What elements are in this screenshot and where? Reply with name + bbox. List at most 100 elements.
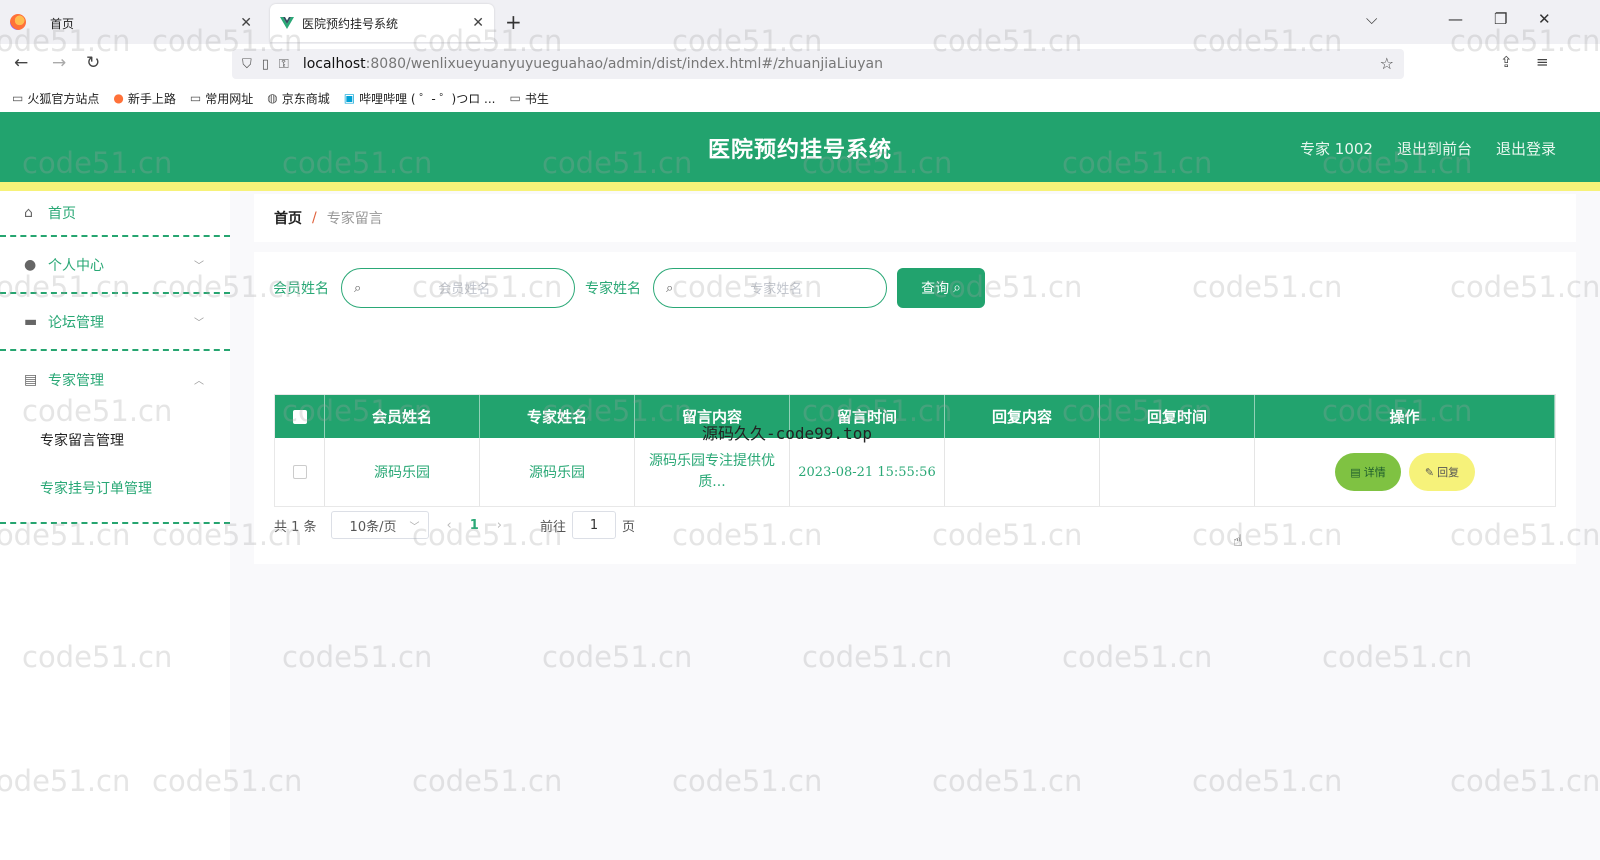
member-name-field[interactable]: ⌕ <box>341 268 575 308</box>
chevron-up-icon: ︿ <box>194 376 204 387</box>
chevron-down-icon[interactable]: ⌵ <box>1366 10 1377 28</box>
column-header: 回复内容 <box>945 395 1100 438</box>
vue-logo-icon <box>280 16 294 30</box>
address-bar[interactable]: ⛉ ▯ ⚿ localhost:8080/wenlixueyuanyuyuegu… <box>232 49 1404 79</box>
watermark-text: code51.cn <box>1062 640 1213 674</box>
watermark-text: code51.cn <box>1192 764 1343 798</box>
firefox-icon: ● <box>113 91 124 105</box>
watermark-text: code51.cn <box>802 640 953 674</box>
page-size-value: 10条/页 <box>349 519 397 535</box>
search-icon: ⌕ <box>953 280 961 296</box>
reply-button[interactable]: ✎ 回复 <box>1409 453 1475 491</box>
back-to-front-link[interactable]: 退出到前台 <box>1397 138 1472 159</box>
expert-submenu: 专家留言管理 专家挂号订单管理 <box>0 408 230 524</box>
column-header: 会员姓名 <box>325 395 480 438</box>
bookmark-item[interactable]: ▭ 火狐官方站点 <box>12 90 99 107</box>
browser-tab-active[interactable]: 医院预约挂号系统 ✕ <box>270 4 494 42</box>
bookmark-item[interactable]: ● 新手上路 <box>113 90 176 107</box>
member-name-input[interactable] <box>369 280 560 296</box>
row-select-cell <box>275 438 325 506</box>
breadcrumb-current: 专家留言 <box>326 211 383 227</box>
clipboard-icon: ▤ <box>24 371 38 388</box>
shield-icon[interactable]: ⛉ <box>242 57 252 72</box>
sidebar-item-label: 首页 <box>48 206 76 222</box>
monitor-icon: ▬ <box>24 313 38 330</box>
cell-reply-time <box>1100 438 1255 506</box>
search-icon: ⌕ <box>354 280 362 296</box>
sidebar-item-home[interactable]: ⌂ 首页 <box>0 191 230 237</box>
browser-tab-home[interactable]: 首页 ✕ <box>40 4 262 42</box>
watermark-text: code51.cn <box>412 764 563 798</box>
header-links: 专家 1002 退出到前台 退出登录 <box>1276 138 1556 159</box>
query-button[interactable]: 查询 ⌕ <box>897 268 985 308</box>
member-name-label: 会员姓名 <box>273 281 329 297</box>
new-tab-icon[interactable]: + <box>505 10 522 34</box>
chevron-down-icon: ﹀ <box>194 318 204 329</box>
firefox-logo-icon <box>10 14 26 30</box>
cell-member: 源码乐园 <box>325 438 480 506</box>
expert-name-input[interactable] <box>681 280 872 296</box>
extensions-icon[interactable]: ⇪ <box>1500 53 1513 71</box>
query-button-label: 查询 <box>921 281 950 297</box>
logout-link[interactable]: 退出登录 <box>1496 138 1556 159</box>
search-form: 会员姓名 ⌕ 专家姓名 ⌕ 查询 ⌕ <box>254 268 985 308</box>
close-icon[interactable]: ✕ <box>240 15 252 31</box>
window-close-icon[interactable]: ✕ <box>1538 10 1551 28</box>
cell-reply <box>945 438 1100 506</box>
close-icon[interactable]: ✕ <box>472 15 484 31</box>
sidebar-subitem-messages[interactable]: 专家留言管理 <box>0 416 230 464</box>
restore-icon[interactable]: ❐ <box>1494 10 1507 28</box>
sidebar-item-label: 专家管理 <box>48 372 104 389</box>
key-icon[interactable]: ⚿ <box>279 57 289 72</box>
watermark-text: code51.cn <box>672 764 823 798</box>
watermark-text: code51.cn <box>1450 764 1600 798</box>
select-all-checkbox[interactable] <box>292 409 307 424</box>
pagination-total: 共 1 条 <box>274 519 317 535</box>
bilibili-icon: ▣ <box>343 91 356 105</box>
detail-button-label: 详情 <box>1363 466 1386 479</box>
star-icon[interactable]: ☆ <box>1380 54 1394 73</box>
detail-button[interactable]: ▤ 详情 <box>1335 453 1401 491</box>
sidebar-item-expert[interactable]: ▤ 专家管理 ︿ <box>0 351 230 408</box>
overlay-watermark-text: 源码久久-code99.top <box>702 424 872 443</box>
sidebar-item-profile[interactable]: ● 个人中心 ﹀ <box>0 237 230 294</box>
page-number[interactable]: 1 <box>470 518 479 533</box>
reload-icon[interactable]: ↻ <box>86 53 100 73</box>
reply-button-label: 回复 <box>1437 466 1460 479</box>
watermark-text: code51.cn <box>932 764 1083 798</box>
folder-icon: ▭ <box>509 91 521 105</box>
menu-icon[interactable]: ≡ <box>1536 53 1549 71</box>
url-text[interactable]: localhost:8080/wenlixueyuanyuyueguahao/a… <box>303 56 883 72</box>
watermark-text: code51.cn <box>1322 640 1473 674</box>
bookmark-item[interactable]: ◍ 京东商城 <box>267 90 330 107</box>
app-header: 医院预约挂号系统 专家 1002 退出到前台 退出登录 <box>0 112 1600 182</box>
goto-suffix: 页 <box>622 519 636 535</box>
page-size-select[interactable]: 10条/页 ﹀ <box>330 511 429 539</box>
folder-icon: ▭ <box>12 91 24 105</box>
browser-tab-bar: 首页 ✕ 医院预约挂号系统 ✕ + ⌵ — ❐ ✕ <box>0 0 1600 44</box>
search-icon: ⌕ <box>666 280 674 296</box>
sidebar-item-forum[interactable]: ▬ 论坛管理 ﹀ <box>0 294 230 351</box>
user-icon: ● <box>24 256 37 273</box>
sidebar-item-label: 个人中心 <box>48 257 104 274</box>
bookmark-item[interactable]: ▣ 哔哩哔哩 ( ゜- ゜)つロ ... <box>344 90 496 107</box>
folder-icon: ▭ <box>189 91 202 105</box>
breadcrumb-separator: / <box>312 210 317 226</box>
expert-name-field[interactable]: ⌕ <box>653 268 887 308</box>
page-icon: ▯ <box>261 56 269 72</box>
sidebar-item-label: 论坛管理 <box>48 314 104 331</box>
bookmark-item[interactable]: ▭ 书生 <box>509 90 548 107</box>
row-checkbox[interactable] <box>292 465 307 479</box>
column-header: 专家姓名 <box>480 395 635 438</box>
bookmark-item[interactable]: ▭ 常用网址 <box>190 90 253 107</box>
breadcrumb-home[interactable]: 首页 <box>274 208 302 228</box>
next-page-icon[interactable]: › <box>497 518 502 533</box>
forward-icon[interactable]: → <box>52 53 66 73</box>
cell-time: 2023-08-21 15:55:56 <box>790 438 945 506</box>
goto-label: 前往 <box>540 519 567 535</box>
goto-page-input[interactable]: 1 <box>572 511 617 539</box>
minimize-icon[interactable]: — <box>1448 10 1463 28</box>
back-icon[interactable]: ← <box>14 53 28 73</box>
sidebar-subitem-orders[interactable]: 专家挂号订单管理 <box>0 464 230 512</box>
prev-page-icon[interactable]: ‹ <box>447 518 452 533</box>
